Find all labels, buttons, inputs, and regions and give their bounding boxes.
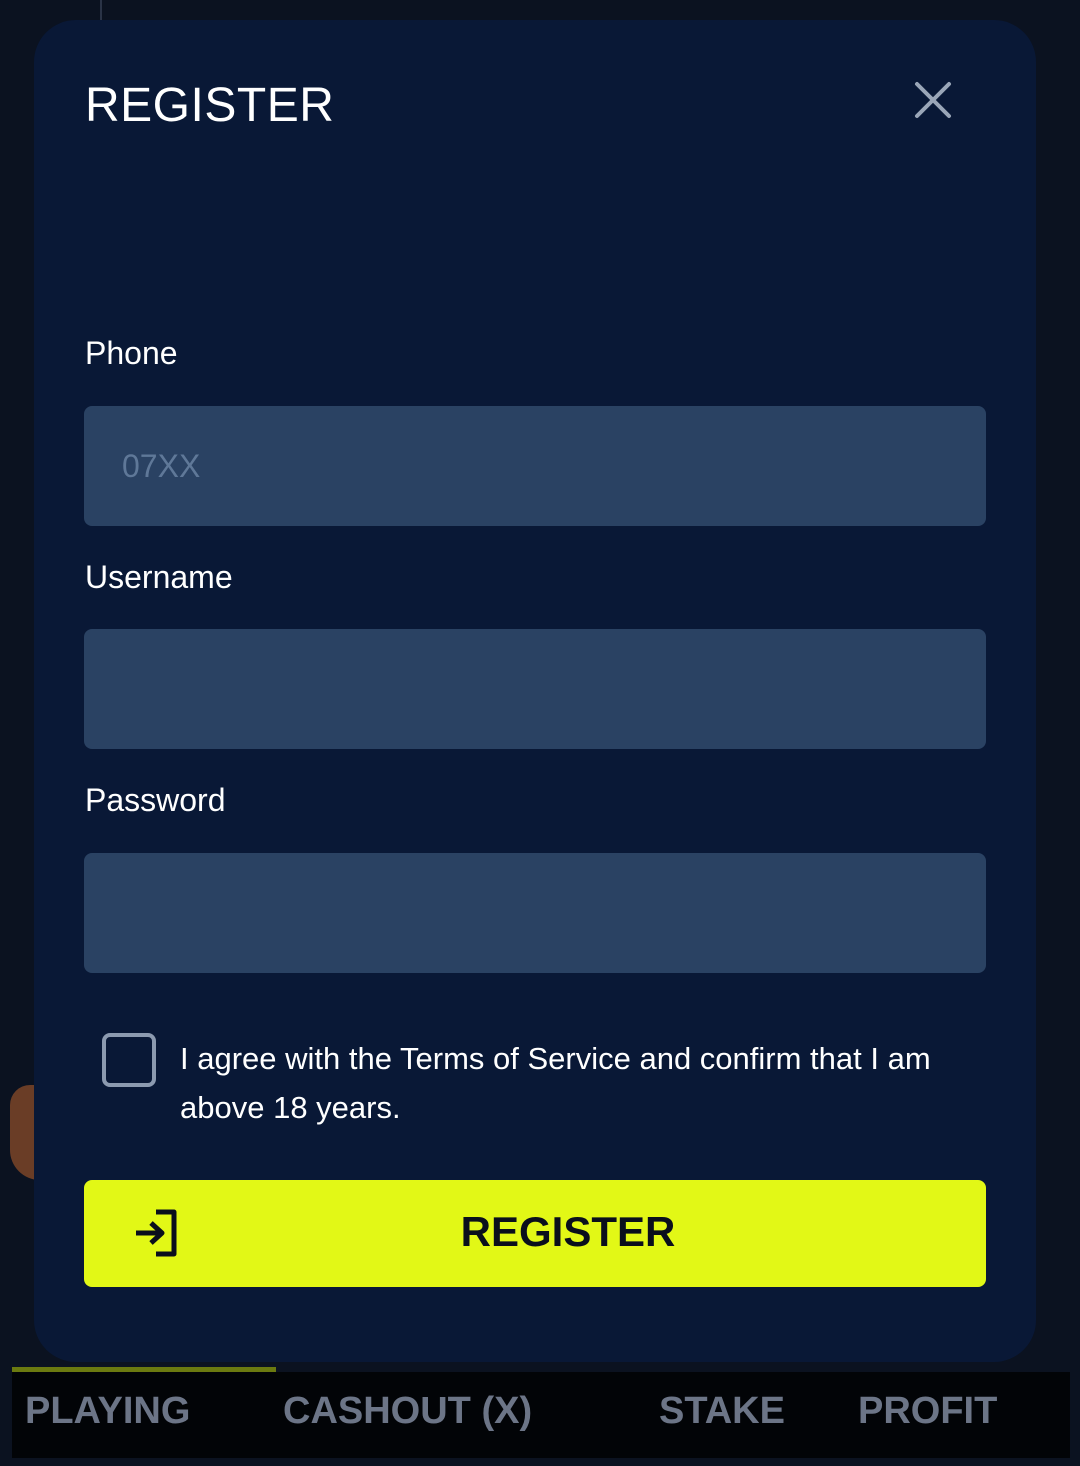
phone-input[interactable] xyxy=(84,406,986,526)
column-header-stake: STAKE xyxy=(659,1390,785,1432)
password-input[interactable] xyxy=(84,853,986,973)
column-header-profit: PROFIT xyxy=(858,1390,998,1432)
register-modal: REGISTER Phone Username Password I agree… xyxy=(34,20,1036,1362)
close-button[interactable] xyxy=(909,76,957,124)
username-label: Username xyxy=(85,559,233,595)
close-icon xyxy=(915,82,951,118)
background-divider xyxy=(100,0,102,22)
modal-title: REGISTER xyxy=(85,79,335,132)
username-input[interactable] xyxy=(84,629,986,749)
password-label: Password xyxy=(85,782,226,818)
register-button[interactable]: REGISTER xyxy=(84,1180,986,1287)
agree-checkbox[interactable] xyxy=(102,1033,156,1087)
phone-label: Phone xyxy=(85,335,178,371)
column-header-cashout: CASHOUT (X) xyxy=(283,1390,533,1432)
register-button-label: REGISTER xyxy=(460,1208,676,1255)
agree-text: I agree with the Terms of Service and co… xyxy=(180,1041,931,1125)
column-header-playing[interactable]: PLAYING xyxy=(25,1390,190,1433)
